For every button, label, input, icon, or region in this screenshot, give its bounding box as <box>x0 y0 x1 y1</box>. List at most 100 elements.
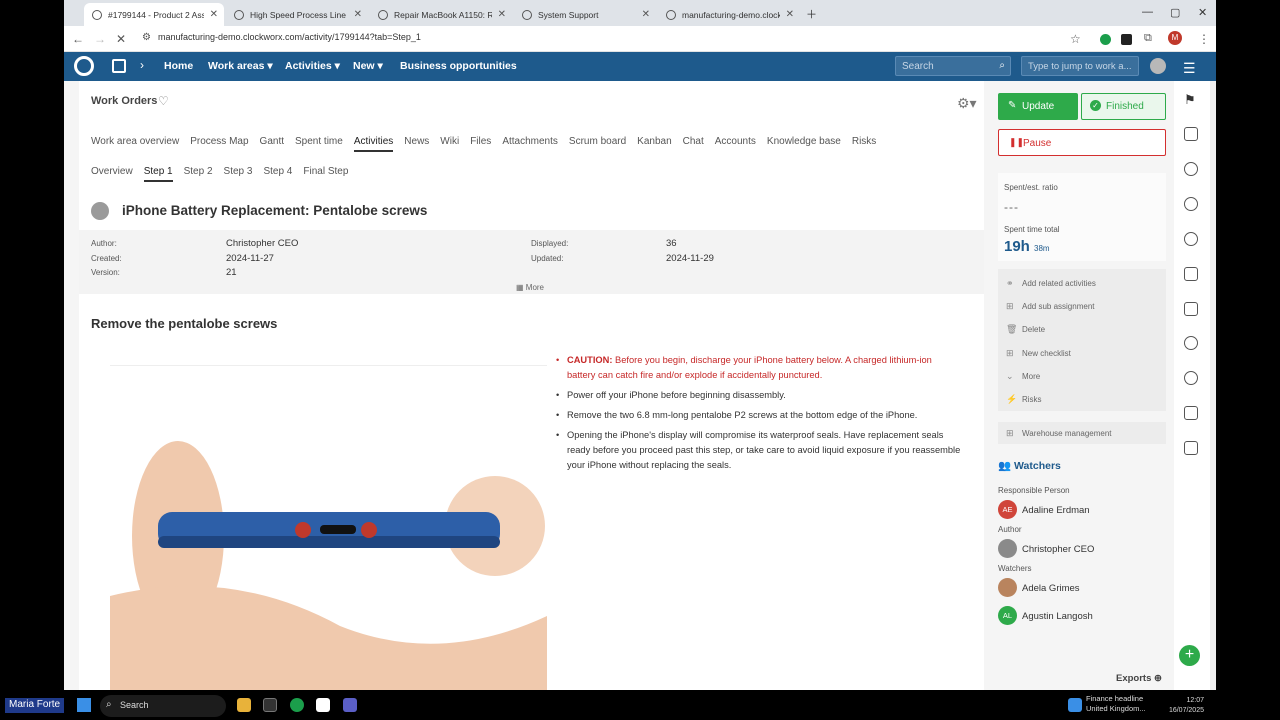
step-tab-final-step[interactable]: Final Step <box>303 166 348 182</box>
book-icon[interactable] <box>1184 267 1198 281</box>
add-button[interactable]: + <box>1179 645 1200 666</box>
browser-tab-4[interactable]: System Support ✕ <box>514 3 656 26</box>
browser-menu-icon[interactable]: ⋮ <box>1198 32 1210 46</box>
extension-icon[interactable] <box>1121 34 1132 45</box>
finished-button[interactable]: ✓ Finished <box>1081 93 1166 120</box>
app-logo-icon[interactable] <box>74 56 94 76</box>
tab-kanban[interactable]: Kanban <box>637 136 671 152</box>
target-icon[interactable] <box>1184 162 1198 176</box>
reload-icon[interactable]: ✕ <box>116 32 126 46</box>
tab-news[interactable]: News <box>404 136 429 152</box>
risks-action[interactable]: ⚡ Risks <box>1006 394 1042 404</box>
document-icon[interactable] <box>1184 441 1198 455</box>
nav-activities[interactable]: Activities ▾ <box>285 60 340 72</box>
maximize-icon[interactable]: ▢ <box>1170 6 1180 19</box>
tab-process-map[interactable]: Process Map <box>190 136 248 152</box>
search-input[interactable]: Search ⌕ <box>895 56 1011 76</box>
extension-icon[interactable] <box>1100 34 1111 45</box>
watcher-name[interactable]: Agustin Langosh <box>1022 611 1093 622</box>
add-sub-assignment-action[interactable]: ⊞ Add sub assignment <box>1006 301 1095 311</box>
user-search-icon[interactable] <box>1184 197 1198 211</box>
clock[interactable]: 12:07 16/07/2025 <box>1166 696 1204 716</box>
file-explorer-icon[interactable] <box>237 698 251 712</box>
teams-icon[interactable] <box>343 698 357 712</box>
forward-icon[interactable]: → <box>94 32 106 46</box>
delete-action[interactable]: 🗑 Delete <box>1006 324 1045 334</box>
tab-chat[interactable]: Chat <box>683 136 704 152</box>
step-tab-step-3[interactable]: Step 3 <box>224 166 253 182</box>
author-value[interactable]: Christopher CEO <box>226 238 298 249</box>
url-field[interactable]: manufacturing-demo.clockworx.com/activit… <box>158 32 421 42</box>
id-card-icon[interactable] <box>1184 302 1198 316</box>
bookmark-star-icon[interactable]: ☆ <box>1070 32 1081 46</box>
watcher-name[interactable]: Adela Grimes <box>1022 583 1080 594</box>
browser-tab-2[interactable]: High Speed Process Line Princ✕ <box>226 3 368 26</box>
jump-to-input[interactable]: Type to jump to work a... <box>1021 56 1139 76</box>
news-widget[interactable]: Finance headline United Kingdom... <box>1086 694 1146 714</box>
more-action[interactable]: ⌄ More <box>1006 371 1040 381</box>
checklist-icon[interactable] <box>1184 127 1198 141</box>
extensions-puzzle-icon[interactable]: ⧉ <box>1144 32 1152 45</box>
browser-tab-5[interactable]: manufacturing-demo.clockworx✕ <box>658 3 800 26</box>
settings-gear-icon[interactable]: ⚙▾ <box>957 95 977 112</box>
tab-gantt[interactable]: Gantt <box>260 136 284 152</box>
nav-work-areas[interactable]: Work areas ▾ <box>208 60 273 72</box>
close-tab-icon[interactable]: ✕ <box>354 9 362 20</box>
chrome-icon[interactable] <box>290 698 304 712</box>
step-tab-step-2[interactable]: Step 2 <box>184 166 213 182</box>
nav-new[interactable]: New ▾ <box>353 60 383 72</box>
back-icon[interactable]: ← <box>72 32 84 46</box>
step-tab-step-4[interactable]: Step 4 <box>263 166 292 182</box>
tab-accounts[interactable]: Accounts <box>715 136 756 152</box>
tab-files[interactable]: Files <box>470 136 491 152</box>
author-name[interactable]: Christopher CEO <box>1022 544 1094 555</box>
close-window-icon[interactable]: ✕ <box>1198 6 1207 19</box>
help-icon[interactable] <box>1184 336 1198 350</box>
exports-button[interactable]: Exports ⊕ <box>1116 673 1162 684</box>
tools-icon[interactable] <box>1184 406 1198 420</box>
calendar-icon[interactable] <box>112 59 126 73</box>
browser-tab-1[interactable]: #1799144 - Product 2 Assembl✕ <box>84 3 224 26</box>
add-related-activities-action[interactable]: ⚭ Add related activities <box>1006 278 1096 288</box>
close-tab-icon[interactable]: ✕ <box>210 9 218 20</box>
step-tab-step-1[interactable]: Step 1 <box>143 166 173 182</box>
responsible-person-name[interactable]: Adaline Erdman <box>1022 505 1090 516</box>
user-avatar[interactable] <box>1150 58 1166 74</box>
profile-avatar[interactable]: M <box>1168 31 1182 45</box>
close-tab-icon[interactable]: ✕ <box>498 9 506 20</box>
tab-work-area-overview[interactable]: Work area overview <box>91 136 179 152</box>
tab-risks[interactable]: Risks <box>852 136 876 152</box>
close-tab-icon[interactable]: ✕ <box>642 9 650 20</box>
tab-activities[interactable]: Activities <box>353 136 394 152</box>
notion-icon[interactable] <box>316 698 330 712</box>
news-widget-icon[interactable] <box>1068 698 1082 712</box>
site-info-icon[interactable]: ⚙ <box>142 32 151 43</box>
person-icon[interactable] <box>1184 371 1198 385</box>
close-tab-icon[interactable]: ✕ <box>786 9 794 20</box>
flag-icon[interactable]: ⚑ <box>1184 92 1198 107</box>
favorite-heart-icon[interactable]: ♡ <box>158 94 169 108</box>
warehouse-management-action[interactable]: ⊞ Warehouse management <box>998 422 1166 444</box>
more-button[interactable]: ▦ More <box>516 283 544 292</box>
tab-spent-time[interactable]: Spent time <box>295 136 343 152</box>
search-icon[interactable]: ⌕ <box>999 60 1005 71</box>
lightbulb-icon[interactable] <box>1184 232 1198 246</box>
tab-wiki[interactable]: Wiki <box>440 136 459 152</box>
taskbar-search[interactable]: ⌕ Search <box>100 695 226 717</box>
chevron-right-icon[interactable]: › <box>140 58 144 72</box>
nav-home[interactable]: Home <box>164 60 193 72</box>
scrollbar[interactable] <box>1210 81 1216 690</box>
minimize-icon[interactable]: — <box>1142 6 1153 18</box>
terminal-icon[interactable] <box>263 698 277 712</box>
windows-start-icon[interactable] <box>77 698 91 712</box>
hamburger-menu-icon[interactable]: ☰ <box>1183 60 1196 77</box>
tab-attachments[interactable]: Attachments <box>502 136 558 152</box>
step-tab-overview[interactable]: Overview <box>91 166 133 182</box>
pause-button[interactable]: ❚❚ Pause <box>998 129 1166 156</box>
nav-business-opportunities[interactable]: Business opportunities <box>400 60 517 72</box>
new-tab-icon[interactable]: ＋ <box>806 6 817 22</box>
tab-knowledge-base[interactable]: Knowledge base <box>767 136 841 152</box>
update-button[interactable]: ✎ Update <box>998 93 1078 120</box>
new-checklist-action[interactable]: ⊞ New checklist <box>1006 348 1071 358</box>
browser-tab-3[interactable]: Repair MacBook A1150: Remov✕ <box>370 3 512 26</box>
